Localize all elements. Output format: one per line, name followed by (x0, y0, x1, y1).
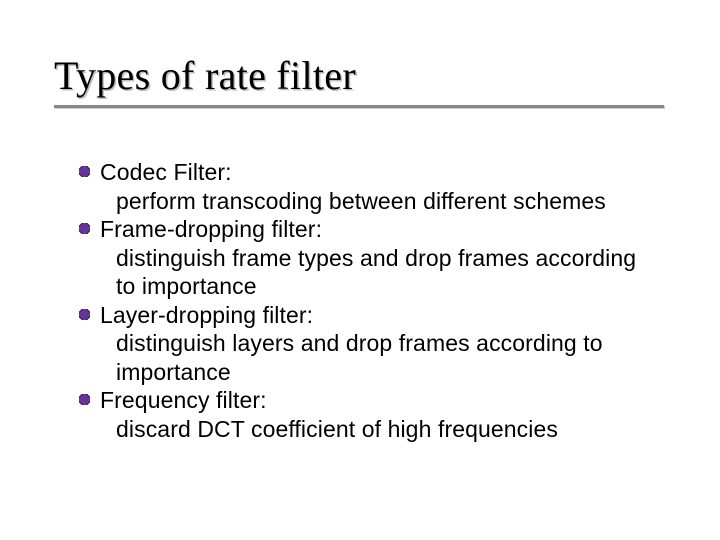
item-heading: Frequency filter: (100, 386, 660, 415)
diamond-bullet-icon (79, 166, 90, 177)
item-description: perform transcoding between different sc… (100, 187, 660, 216)
title-underline (54, 105, 664, 108)
item-description: distinguish layers and drop frames accor… (100, 329, 660, 386)
list-item: Frequency filter: discard DCT coefficien… (100, 386, 660, 443)
diamond-bullet-icon (79, 223, 90, 234)
diamond-bullet-icon (79, 394, 90, 405)
item-description: distinguish frame types and drop frames … (100, 244, 660, 301)
item-heading: Codec Filter: (100, 158, 660, 187)
slide-title: Types of rate filter (54, 52, 680, 99)
list-item: Frame-dropping filter: distinguish frame… (100, 215, 660, 301)
item-heading: Layer-dropping filter: (100, 301, 660, 330)
list-item: Codec Filter: perform transcoding betwee… (100, 158, 660, 215)
slide-body: Codec Filter: perform transcoding betwee… (100, 158, 660, 443)
title-block: Types of rate filter (54, 52, 680, 108)
list-item: Layer-dropping filter: distinguish layer… (100, 301, 660, 387)
item-description: discard DCT coefficient of high frequenc… (100, 415, 660, 444)
slide: Types of rate filter Codec Filter: perfo… (0, 0, 720, 540)
item-heading: Frame-dropping filter: (100, 215, 660, 244)
diamond-bullet-icon (79, 309, 90, 320)
